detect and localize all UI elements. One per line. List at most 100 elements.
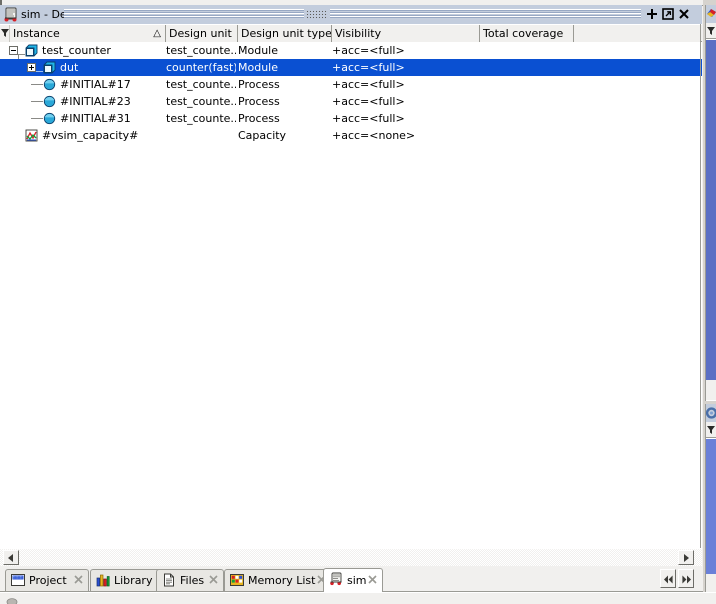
adjacent-pane-bottom-scrollbar[interactable] (706, 574, 716, 594)
tab-scroll-right-button[interactable] (678, 569, 694, 588)
tab-memory-list-label: Memory List (248, 574, 316, 587)
total-coverage-cell (480, 93, 572, 110)
sim-pane-titlebar[interactable]: sim - Default (0, 5, 702, 24)
instance-cell: #INITIAL#17 (0, 76, 165, 93)
modelsim-sim-window: sim - Default Instance △ Design unit Des… (0, 0, 716, 604)
visibility-cell: +acc=<full> (332, 44, 405, 57)
column-header-design-unit-label: Design unit (169, 27, 232, 40)
design-unit-type-cell: Process (238, 112, 280, 125)
tab-memory-list[interactable]: Memory List (224, 569, 332, 591)
design-unit-type-cell: Process (238, 78, 280, 91)
column-header-design-unit[interactable]: Design unit (166, 25, 238, 42)
memory-list-icon (230, 573, 244, 590)
tree-expander-collapse[interactable] (9, 46, 18, 55)
design-unit-cell: test_counte... (166, 95, 236, 108)
column-header-instance[interactable]: Instance △ (10, 25, 166, 42)
design-unit-cell: test_counte... (166, 78, 236, 91)
scroll-right-icon[interactable] (678, 550, 694, 565)
visibility-cell: +acc=<full> (332, 112, 405, 125)
table-row[interactable]: #INITIAL#17 test_counte... Process +acc=… (0, 76, 702, 93)
tree-expander-expand[interactable] (27, 63, 36, 72)
tree-connector (18, 54, 25, 55)
scroll-left-icon[interactable] (3, 550, 19, 565)
close-button[interactable] (677, 7, 691, 21)
process-icon (43, 78, 56, 93)
visibility-cell: +acc=<full> (332, 95, 405, 108)
instance-label: #INITIAL#31 (60, 112, 131, 125)
tab-library-label: Library (114, 574, 153, 587)
instance-tree[interactable]: test_counter test_counte... Module +acc=… (0, 42, 702, 548)
adjacent-pane-bottom-content[interactable] (706, 439, 716, 574)
titlebar-stripes-right (330, 9, 641, 20)
adjacent-pane-top[interactable] (705, 5, 716, 401)
adjacent-pane-scrollbar[interactable] (706, 380, 716, 400)
instance-cell: #INITIAL#31 (0, 110, 165, 127)
total-coverage-cell (480, 127, 572, 144)
tab-project[interactable]: Project (5, 569, 89, 591)
status-icon (6, 595, 18, 604)
instance-cell: dut (0, 59, 165, 76)
titlebar-grip[interactable] (306, 10, 328, 19)
tree-connector (31, 101, 43, 102)
close-icon[interactable] (368, 574, 377, 584)
process-icon (43, 95, 56, 110)
adjacent-pane-content[interactable] (706, 40, 716, 380)
instance-cell: test_counter (0, 42, 165, 59)
titlebar-stripes-left (64, 9, 304, 20)
sim-icon (329, 572, 343, 589)
waveform-sim-icon (3, 7, 19, 22)
column-filter-icon[interactable] (0, 25, 10, 42)
table-row[interactable]: test_counter test_counte... Module +acc=… (0, 42, 702, 59)
tab-files[interactable]: Files (156, 569, 224, 591)
sim-pane: sim - Default Instance △ Design unit Des… (0, 5, 702, 566)
capacity-chart-icon (25, 129, 38, 144)
adjacent-pane-column-header[interactable] (706, 23, 716, 39)
table-row[interactable]: dut counter(fast) Module +acc=<full> (0, 59, 702, 76)
process-icon (43, 112, 56, 127)
total-coverage-cell (480, 59, 572, 76)
total-coverage-cell (480, 76, 572, 93)
column-header-total-coverage[interactable]: Total coverage (480, 25, 574, 42)
design-unit-cell: test_counte... (166, 112, 236, 125)
library-icon (96, 573, 110, 590)
column-header-design-unit-type[interactable]: Design unit type (238, 25, 332, 42)
instance-label: #vsim_capacity# (42, 129, 139, 142)
tab-scroll-left-button[interactable] (660, 569, 676, 588)
tab-files-label: Files (180, 574, 205, 587)
design-unit-type-cell: Module (238, 44, 278, 57)
tree-connector (31, 84, 43, 85)
instance-label: dut (60, 61, 79, 74)
table-row[interactable]: #INITIAL#23 test_counte... Process +acc=… (0, 93, 702, 110)
column-header-visibility[interactable]: Visibility (332, 25, 480, 42)
design-unit-cell: counter(fast) (166, 61, 236, 74)
maximize-restore-button[interactable] (661, 7, 675, 21)
adjacent-pane-bottom-column-header[interactable] (706, 422, 716, 438)
column-header-total-coverage-label: Total coverage (483, 27, 564, 40)
tab-project-label: Project (29, 574, 67, 587)
design-unit-type-cell: Module (238, 61, 278, 74)
design-unit-type-cell: Process (238, 95, 280, 108)
tab-sim[interactable]: sim (323, 568, 383, 592)
close-icon[interactable] (74, 574, 83, 584)
files-icon (162, 573, 176, 590)
horizontal-scrollbar[interactable] (0, 548, 702, 566)
adjacent-pane-bottom-titlebar[interactable] (706, 404, 716, 422)
column-header-filler[interactable] (574, 25, 701, 42)
visibility-cell: +acc=<full> (332, 78, 405, 91)
visibility-cell: +acc=<none> (332, 129, 416, 142)
adjacent-pane-sliver (703, 0, 716, 604)
tree-connector (31, 118, 43, 119)
project-icon (11, 573, 25, 590)
tab-sim-label: sim (347, 574, 367, 587)
application-bottom-strip (0, 592, 716, 604)
tree-connector (36, 71, 43, 72)
adjacent-pane-bottom[interactable] (705, 404, 716, 594)
table-row[interactable]: #INITIAL#31 test_counte... Process +acc=… (0, 110, 702, 127)
sort-ascending-icon: △ (153, 28, 161, 39)
module-icon (43, 61, 56, 76)
close-icon[interactable] (209, 574, 218, 584)
dock-undock-button[interactable] (645, 7, 659, 21)
adjacent-pane-titlebar[interactable] (706, 5, 716, 23)
total-coverage-cell (480, 110, 572, 127)
table-row[interactable]: #vsim_capacity# Capacity +acc=<none> (0, 127, 702, 144)
